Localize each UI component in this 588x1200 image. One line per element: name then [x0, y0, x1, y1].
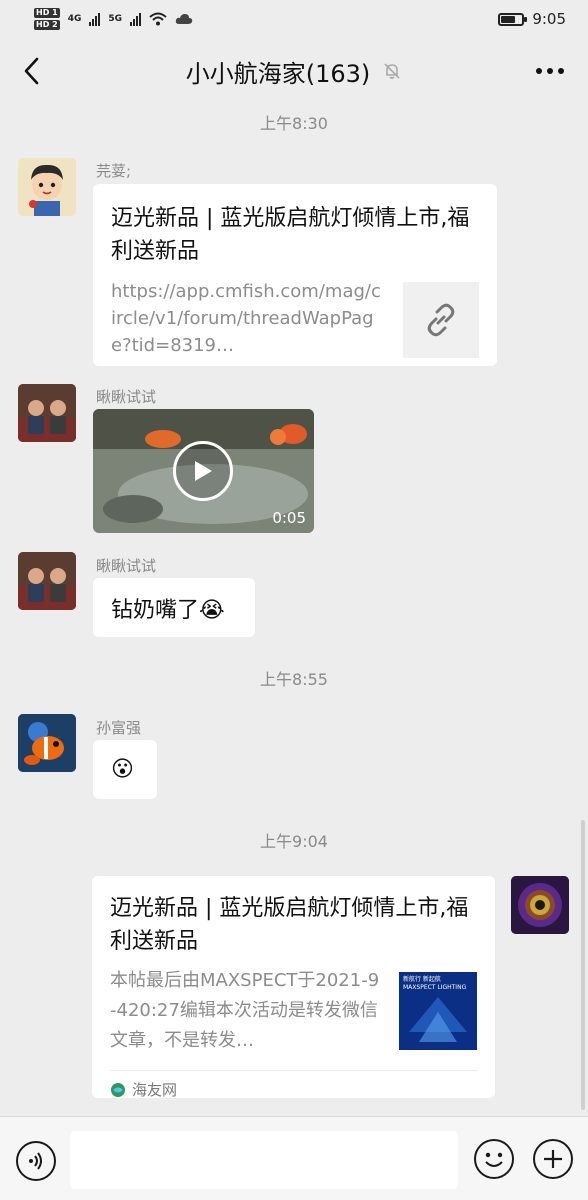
sender-name: 孙富强: [96, 719, 142, 737]
shared-card-thumb: 新航行 新起航 MAXSPECT LIGHTING: [399, 972, 477, 1050]
link-card-body: https://app.cmfish.com/mag/circle/v1/for…: [111, 278, 479, 359]
link-card-message[interactable]: 迈光新品 | 蓝光版启航灯倾情上市,福利送新品 https://app.cmfi…: [93, 184, 497, 366]
message-emoji: 😮: [111, 757, 134, 782]
battery-fill: [501, 15, 516, 23]
source-name: 海友网: [132, 1081, 178, 1099]
hd-indicator: HD 1 HD 2: [34, 7, 60, 31]
emoji-icon: [485, 1152, 503, 1167]
plus-icon: [544, 1150, 562, 1168]
cartoon-avatar-image: [18, 158, 76, 216]
scrollbar[interactable]: [581, 820, 585, 1110]
avatar[interactable]: [18, 158, 76, 216]
link-icon: [427, 303, 455, 337]
avatar[interactable]: [18, 552, 76, 610]
input-bar: [0, 1116, 588, 1200]
clownfish-avatar-image: [18, 714, 76, 772]
bell-off-icon: [384, 63, 400, 79]
status-left: HD 1 HD 2 4G 5G: [34, 7, 193, 31]
promo-line1: 新航行 新起航: [403, 976, 441, 983]
photo-avatar-image: [18, 384, 76, 442]
link-card-thumb: [403, 282, 479, 358]
globe-logo-icon: [111, 1082, 125, 1097]
shared-card-body: 本帖最后由MAXSPECT于2021-9-420:27编辑本次活动是转发微信文章…: [110, 966, 477, 1056]
source-row: 海友网: [110, 1070, 477, 1108]
back-button[interactable]: [16, 54, 46, 88]
my-avatar[interactable]: [511, 876, 569, 934]
network-5g-label: 5G: [108, 14, 122, 24]
chat-title: 小小航海家(163): [186, 54, 403, 89]
cloud-icon: [175, 14, 193, 24]
timestamp: 上午9:04: [260, 832, 328, 851]
timestamp: 上午8:55: [260, 670, 328, 689]
message-text: 钻奶嘴了😭: [111, 597, 225, 623]
sender-name: 芫荽;: [96, 162, 132, 180]
sender-name: 瞅瞅试试: [96, 557, 157, 575]
status-bar: HD 1 HD 2 4G 5G 9:05: [0, 0, 588, 38]
wifi-icon: [149, 12, 167, 26]
shared-card-title: 迈光新品 | 蓝光版启航灯倾情上市,福利送新品: [110, 896, 469, 954]
hd2-badge: HD 2: [34, 20, 60, 30]
play-icon: [195, 461, 212, 481]
voice-button[interactable]: [16, 1141, 56, 1181]
sender-name: 瞅瞅试试: [96, 388, 157, 406]
emoji-message[interactable]: 😮: [93, 740, 157, 799]
nav-bar: 小小航海家(163): [0, 38, 588, 104]
status-right: 9:05: [498, 10, 566, 28]
video-message[interactable]: 0:05: [93, 409, 314, 533]
more-horizontal-icon: [536, 68, 564, 74]
status-time: 9:05: [532, 10, 566, 28]
play-button[interactable]: [173, 441, 233, 501]
chat-title-text: 小小航海家(163): [185, 59, 371, 88]
avatar[interactable]: [18, 384, 76, 442]
coral-avatar-image: [511, 876, 569, 934]
video-duration: 0:05: [272, 509, 306, 527]
voice-icon: [29, 1152, 42, 1170]
photo-avatar-image: [18, 552, 76, 610]
more-button[interactable]: [530, 56, 570, 86]
plus-button[interactable]: [533, 1139, 573, 1179]
battery-icon: [498, 12, 528, 26]
shared-link-card[interactable]: 迈光新品 | 蓝光版启航灯倾情上市,福利送新品 本帖最后由MAXSPECT于20…: [92, 876, 495, 1099]
hd1-badge: HD 1: [34, 8, 60, 18]
message-input[interactable]: [70, 1131, 458, 1189]
chevron-left-icon: [24, 57, 39, 85]
link-card-url: https://app.cmfish.com/mag/circle/v1/for…: [111, 281, 381, 356]
network-4g-label: 4G: [67, 14, 82, 24]
signal-icon-2: [130, 12, 141, 26]
avatar[interactable]: [18, 714, 76, 772]
emoji-button[interactable]: [474, 1139, 514, 1179]
text-message[interactable]: 钻奶嘴了😭: [93, 578, 255, 637]
signal-icon: [89, 12, 101, 26]
link-card-title: 迈光新品 | 蓝光版启航灯倾情上市,福利送新品: [111, 206, 470, 264]
shared-card-desc: 本帖最后由MAXSPECT于2021-9-420:27编辑本次活动是转发微信文章…: [110, 970, 380, 1051]
promo-text: 新航行 新起航 MAXSPECT LIGHTING: [403, 976, 466, 992]
timestamp: 上午8:30: [260, 114, 328, 133]
promo-line2: MAXSPECT LIGHTING: [403, 984, 467, 991]
